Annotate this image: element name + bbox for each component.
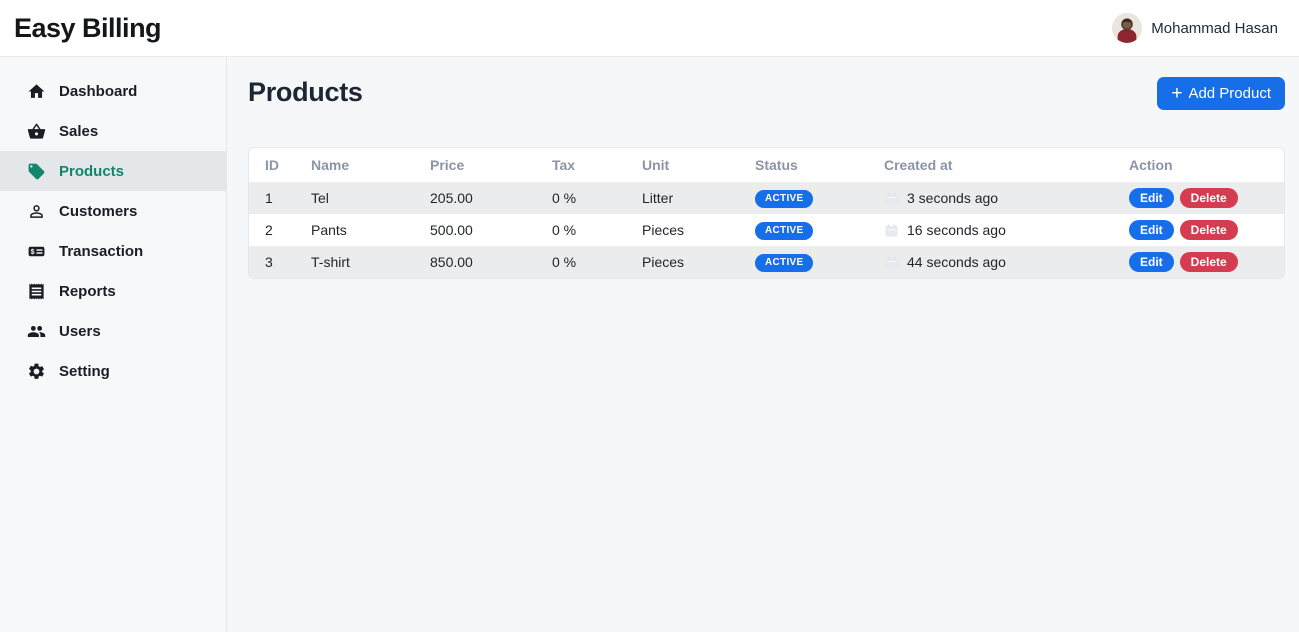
delete-button[interactable]: Delete: [1179, 252, 1238, 272]
status-badge: ACTIVE: [755, 190, 814, 208]
cell-price: 850.00: [430, 254, 473, 270]
tag-icon: [26, 161, 46, 181]
edit-button[interactable]: Edit: [1129, 188, 1174, 208]
sidebar-item-products[interactable]: Products: [0, 151, 226, 191]
cell-name: Pants: [311, 222, 347, 238]
cell-price: 500.00: [430, 222, 473, 238]
edit-button[interactable]: Edit: [1129, 252, 1174, 272]
col-header-created-at: Created at: [884, 157, 953, 173]
cell-unit: Pieces: [642, 222, 685, 238]
users-icon: [26, 321, 46, 341]
credit-card-icon: $: [26, 241, 46, 261]
plus-icon: +: [1171, 83, 1183, 104]
sidebar-item-label: Dashboard: [59, 82, 138, 100]
sidebar-item-label: Setting: [59, 362, 110, 380]
col-header-action: Action: [1129, 157, 1173, 173]
receipt-icon: [26, 281, 46, 301]
user-name: Mohammad Hasan: [1151, 19, 1278, 37]
col-header-status: Status: [755, 157, 798, 173]
sidebar-item-customers[interactable]: Customers: [0, 191, 226, 231]
home-icon: [26, 81, 46, 101]
app-logo: Easy Billing: [14, 12, 162, 43]
status-badge: ACTIVE: [755, 222, 814, 240]
col-header-price: Price: [430, 157, 465, 173]
add-product-button[interactable]: + Add Product: [1157, 77, 1285, 110]
col-header-tax: Tax: [552, 157, 576, 173]
table-row: 2 Pants 500.00 0 % Pieces ACTIVE 16 seco…: [249, 214, 1284, 246]
cell-created-at: 16 seconds ago: [907, 222, 1006, 238]
cell-id: 3: [265, 254, 273, 270]
cell-id: 2: [265, 222, 273, 238]
cell-id: 1: [265, 190, 273, 206]
basket-icon: [26, 121, 46, 141]
avatar: [1112, 13, 1143, 43]
sidebar-item-label: Customers: [59, 202, 138, 220]
sidebar-item-sales[interactable]: Sales: [0, 111, 226, 151]
delete-button[interactable]: Delete: [1179, 188, 1238, 208]
sidebar-item-setting[interactable]: Setting: [0, 351, 226, 391]
cell-tax: 0 %: [552, 254, 577, 270]
col-header-unit: Unit: [642, 157, 670, 173]
cell-created-at: 44 seconds ago: [907, 254, 1006, 270]
top-bar: Easy Billing Mohammad Hasan: [0, 0, 1299, 57]
calendar-icon: [884, 223, 899, 238]
sidebar-item-users[interactable]: Users: [0, 311, 226, 351]
sidebar-item-label: Products: [59, 162, 125, 180]
user-menu[interactable]: Mohammad Hasan: [1112, 13, 1278, 43]
sidebar-item-reports[interactable]: Reports: [0, 271, 226, 311]
col-header-id: ID: [265, 157, 279, 173]
table-row: 1 Tel 205.00 0 % Litter ACTIVE 3 seconds…: [249, 182, 1284, 214]
cell-unit: Pieces: [642, 254, 685, 270]
cell-tax: 0 %: [552, 222, 577, 238]
cell-created-at: 3 seconds ago: [907, 190, 999, 206]
calendar-icon: [884, 255, 899, 270]
status-badge: ACTIVE: [755, 254, 814, 272]
gear-icon: [26, 361, 46, 381]
sidebar: Dashboard Sales Products Customers $ Tra…: [0, 57, 227, 632]
main-content: Products + Add Product ID Name Price Tax: [227, 57, 1299, 632]
page-title: Products: [248, 77, 363, 107]
sidebar-item-label: Sales: [59, 122, 99, 140]
cell-name: T-shirt: [311, 254, 350, 270]
table-header-row: ID Name Price Tax Unit Status Created at…: [249, 148, 1284, 182]
sidebar-item-dashboard[interactable]: Dashboard: [0, 71, 226, 111]
cell-unit: Litter: [642, 190, 674, 206]
sidebar-item-label: Users: [59, 322, 101, 340]
delete-button[interactable]: Delete: [1179, 220, 1238, 240]
cell-name: Tel: [311, 190, 329, 206]
sidebar-item-label: Transaction: [59, 242, 144, 260]
cell-tax: 0 %: [552, 190, 577, 206]
col-header-name: Name: [311, 157, 350, 173]
edit-button[interactable]: Edit: [1129, 220, 1174, 240]
add-product-label: Add Product: [1188, 85, 1271, 102]
calendar-icon: [884, 191, 899, 206]
svg-text:$: $: [30, 248, 34, 256]
products-table: ID Name Price Tax Unit Status Created at…: [249, 148, 1284, 278]
sidebar-item-label: Reports: [59, 282, 116, 300]
products-table-card: ID Name Price Tax Unit Status Created at…: [248, 147, 1285, 279]
person-icon: [26, 201, 46, 221]
sidebar-item-transaction[interactable]: $ Transaction: [0, 231, 226, 271]
cell-price: 205.00: [430, 190, 473, 206]
table-row: 3 T-shirt 850.00 0 % Pieces ACTIVE 44 se…: [249, 246, 1284, 278]
